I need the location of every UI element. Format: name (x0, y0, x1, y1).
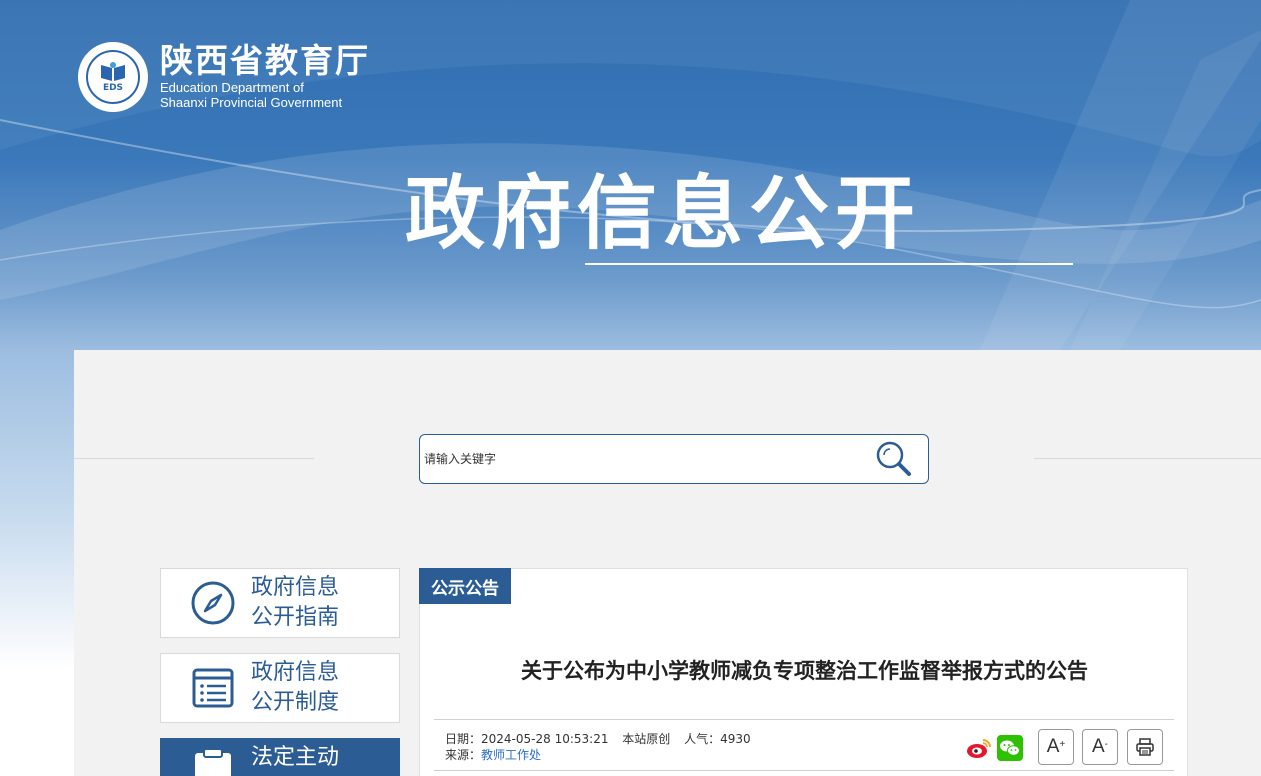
sidebar-label-line1: 政府信息 (251, 660, 340, 685)
article-title: 关于公布为中小学教师减负专项整治工作监督举报方式的公告 (521, 659, 1088, 683)
font-increase-mark: + (1059, 738, 1066, 750)
sidebar-label-line2: 公开指南 (251, 605, 340, 630)
sidebar-item-label: 政府信息 公开指南 (251, 573, 361, 633)
source-link[interactable]: 教师工作处 (481, 748, 541, 762)
org-name-en-line1: Education Department of (160, 80, 304, 95)
font-decrease-mark: - (1104, 738, 1109, 750)
font-increase-label: A (1046, 736, 1060, 757)
meta-divider-bottom (434, 770, 1174, 771)
search-icon (876, 441, 911, 476)
sidebar-item-label: 政府信息 公开制度 (251, 658, 361, 718)
search-box (419, 434, 929, 484)
search-divider-right (1034, 458, 1261, 459)
font-increase-button[interactable]: A + (1038, 729, 1074, 765)
share-wechat-button[interactable] (997, 735, 1023, 761)
views-field: 人气：4930 (684, 732, 751, 746)
compass-icon (191, 581, 235, 625)
banner-title-underline (585, 263, 1073, 265)
search-divider-left (74, 458, 314, 459)
print-button[interactable] (1127, 729, 1163, 765)
origin-label: 本站原创 (622, 732, 671, 746)
font-decrease-label: A (1091, 736, 1105, 757)
banner-title: 政府信息公开 (405, 167, 921, 260)
weibo-icon (967, 739, 991, 758)
article-source: 来源：教师工作处 (445, 746, 541, 763)
date-value: 2024-05-28 10:53:21 (481, 732, 609, 746)
category-tag[interactable]: 公示公告 (419, 568, 511, 604)
date-label: 日期： (445, 732, 482, 746)
article-panel: 公示公告 关于公布为中小学教师减负专项整治工作监督举报方式的公告 日期：2024… (419, 568, 1188, 776)
sidebar-item-statutory-disclosure[interactable]: 法定主动 (160, 738, 400, 776)
header-banner: EDS 陕西省教育厅 Education Department of Shaan… (0, 0, 1261, 350)
wechat-icon (997, 735, 1023, 761)
emblem-label: EDS (102, 83, 124, 93)
article-meta: 日期：2024-05-28 10:53:21 本站原创 人气：4930 (445, 730, 761, 747)
share-weibo-button[interactable] (966, 736, 992, 760)
sidebar-label-line1: 法定主动 (251, 745, 340, 770)
font-decrease-button[interactable]: A- (1082, 729, 1118, 765)
sidebar-item-disclosure-system[interactable]: 政府信息 公开制度 (160, 653, 400, 723)
book-icon (101, 62, 125, 81)
clipboard-icon (191, 747, 235, 776)
sidebar-item-label: 法定主动 (251, 743, 361, 773)
sidebar-label-line2: 公开制度 (251, 690, 340, 715)
printer-icon (1136, 738, 1154, 756)
search-button[interactable] (870, 439, 918, 479)
views-value: 4930 (720, 732, 751, 746)
logo-text: 陕西省教育厅 Education Department of Shaanxi P… (160, 41, 370, 111)
views-label: 人气： (684, 732, 721, 746)
date-field: 日期：2024-05-28 10:53:21 (445, 732, 608, 746)
department-emblem-icon: EDS (78, 42, 148, 112)
meta-divider-top (434, 719, 1174, 720)
sidebar-label-line1: 政府信息 (251, 575, 340, 600)
banner-side-fade (0, 350, 74, 776)
search-input[interactable] (424, 443, 864, 475)
org-name-cn: 陕西省教育厅 (160, 41, 370, 80)
sidebar-item-disclosure-guide[interactable]: 政府信息 公开指南 (160, 568, 400, 638)
source-label: 来源： (445, 748, 482, 762)
document-list-icon (191, 666, 235, 710)
site-logo[interactable]: EDS 陕西省教育厅 Education Department of Shaan… (78, 42, 370, 112)
main-content: 政府信息 公开指南 政府信息 公开制度 法定主动 (74, 350, 1261, 776)
org-name-en-line2: Shaanxi Provincial Government (160, 95, 343, 110)
